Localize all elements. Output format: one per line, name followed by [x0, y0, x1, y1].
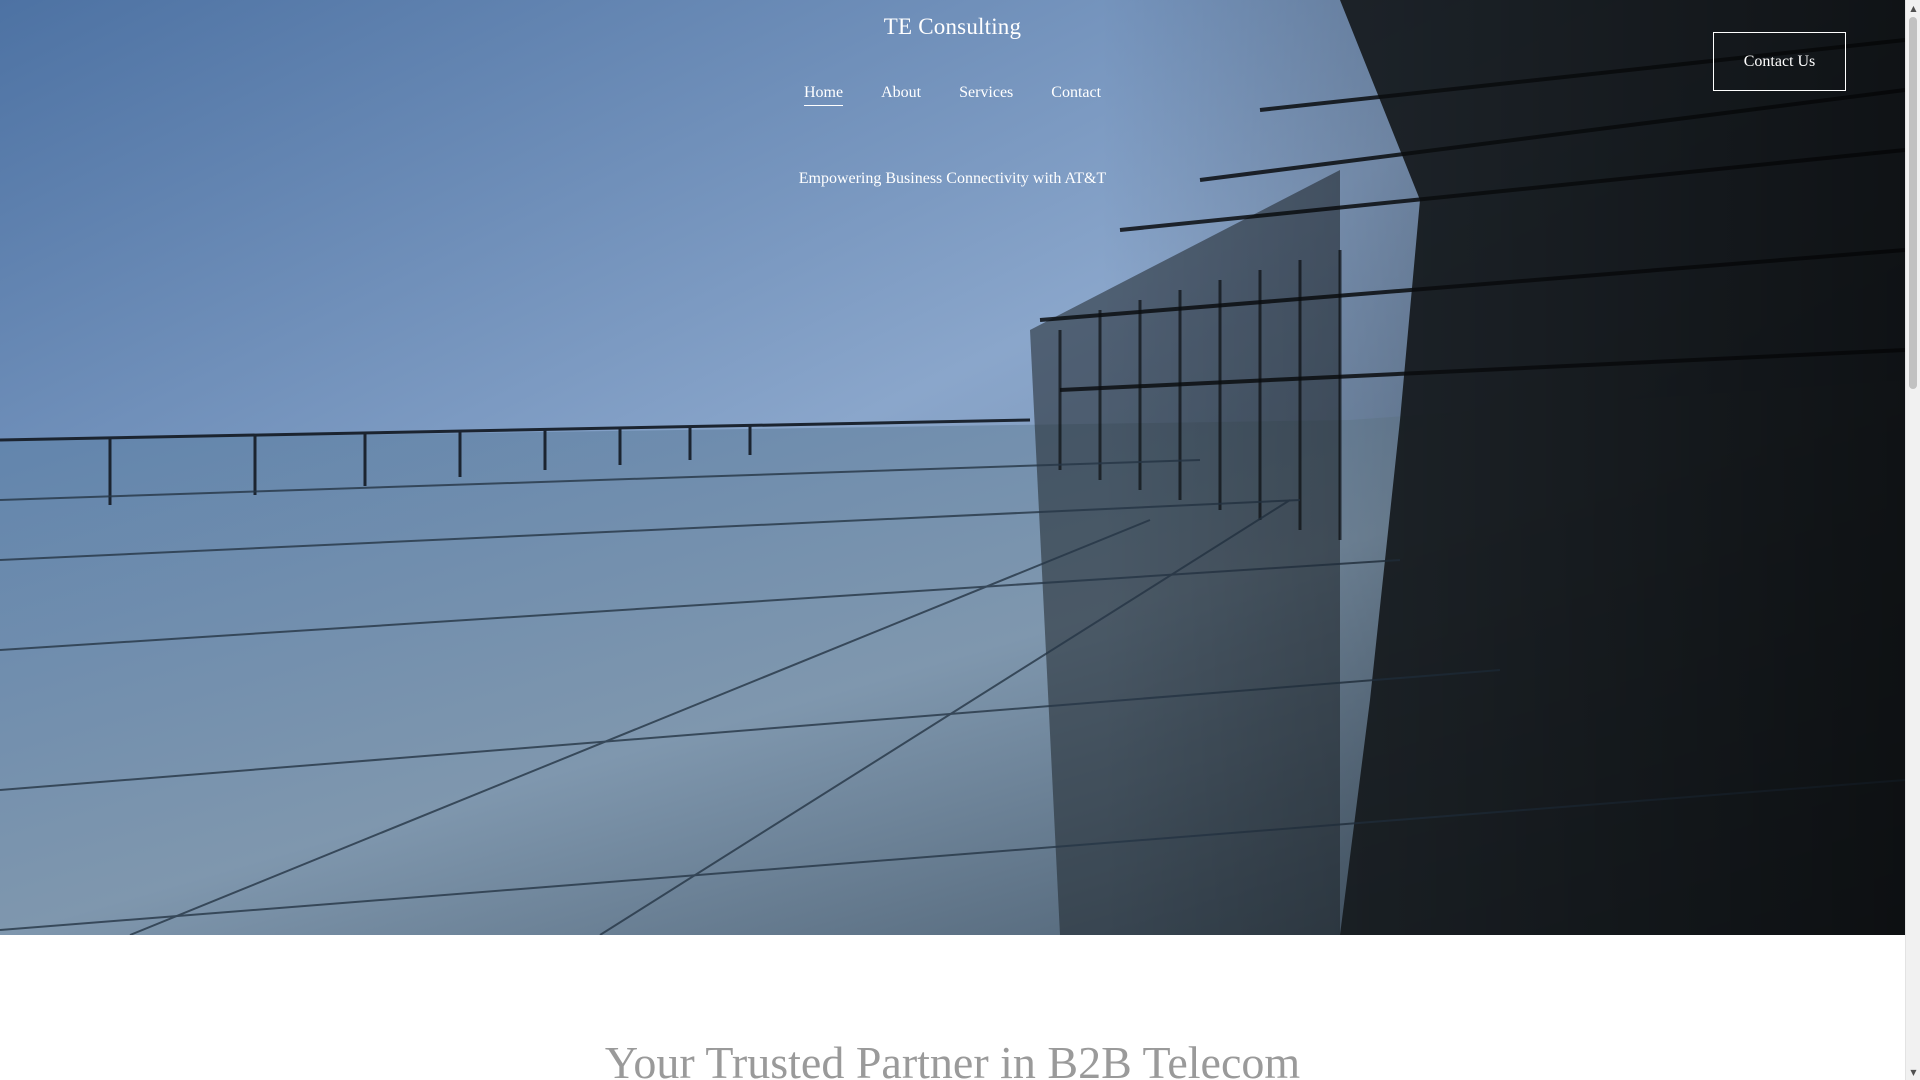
main-nav: Home About Services Contact [0, 84, 1905, 106]
scrollbar-thumb[interactable] [1909, 17, 1917, 389]
site-title[interactable]: TE Consulting [0, 14, 1905, 40]
building-glass-facade-image [0, 0, 1905, 935]
hero-tagline: Empowering Business Connectivity with AT… [798, 170, 1107, 187]
nav-item-home[interactable]: Home [803, 84, 844, 106]
section-heading: Your Trusted Partner in B2B Telecom [604, 1037, 1301, 1080]
scroll-up-arrow-icon[interactable]: ▲ [1906, 0, 1920, 16]
hero-section: TE Consulting Home About Services Contac… [0, 0, 1905, 935]
nav-item-services[interactable]: Services [959, 84, 1013, 106]
page-viewport: TE Consulting Home About Services Contac… [0, 0, 1905, 1080]
contact-us-button[interactable]: Contact Us [1713, 32, 1846, 91]
nav-item-contact[interactable]: Contact [1051, 84, 1101, 106]
vertical-scrollbar[interactable]: ▲ ▼ [1905, 0, 1920, 1080]
scroll-down-arrow-icon[interactable]: ▼ [1906, 1064, 1920, 1080]
nav-item-about[interactable]: About [881, 84, 921, 106]
